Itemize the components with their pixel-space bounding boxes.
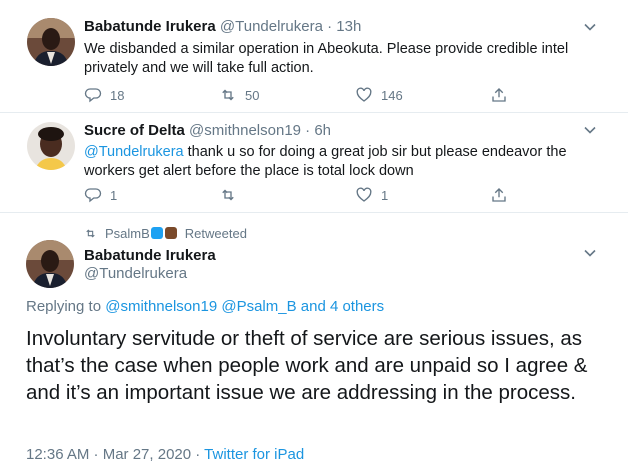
tweet-1[interactable]: Babatunde Irukera @Tundelrukera · 13h We… — [0, 0, 628, 113]
chevron-down-icon[interactable] — [583, 20, 597, 34]
author-name[interactable]: Babatunde Irukera — [84, 18, 216, 35]
tweet-time[interactable]: 6h — [314, 122, 331, 139]
flexed-arm-emoji-icon — [164, 227, 177, 239]
replying-to: Replying to @smithnelson19 @Psalm_B and … — [26, 297, 384, 317]
focused-tweet: PsalmB Retweeted Babatunde Irukera @Tund… — [0, 213, 628, 475]
like-icon — [356, 87, 372, 102]
dot-separator: · — [327, 18, 333, 35]
mention-link[interactable]: @Tundelrukera — [84, 144, 184, 160]
author-name[interactable]: Sucre of Delta — [84, 122, 185, 139]
tweet-header: Sucre of Delta @smithnelson19 · 6h — [84, 121, 331, 141]
share-button[interactable] — [490, 85, 508, 105]
retweet-button[interactable]: 50 — [219, 85, 259, 105]
focused-author-handle[interactable]: @Tundelrukera — [84, 264, 187, 284]
retweet-context: PsalmB Retweeted — [84, 225, 247, 241]
author-handle[interactable]: @Tundelrukera — [84, 265, 187, 282]
share-icon — [492, 88, 506, 102]
tweet-source[interactable]: Twitter for iPad — [204, 446, 304, 463]
avatar-image — [26, 240, 74, 288]
reply-icon — [84, 188, 102, 203]
reply-count: 18 — [110, 87, 125, 103]
retweet-button[interactable] — [219, 185, 237, 205]
share-icon — [492, 188, 506, 202]
tweet-actions: 18 50 146 — [84, 85, 584, 105]
reply-button[interactable]: 1 — [84, 185, 117, 205]
retweet-icon — [86, 228, 95, 238]
author-name[interactable]: Babatunde Irukera — [84, 247, 216, 264]
retweet-count: 50 — [245, 87, 260, 103]
like-icon — [356, 187, 372, 202]
tweet-header: Babatunde Irukera @Tundelrukera · 13h — [84, 17, 361, 37]
dot-separator: · — [305, 122, 311, 139]
author-handle[interactable]: @Tundelrukera — [220, 18, 323, 35]
retweet-icon — [222, 89, 234, 101]
retweeted-label: Retweeted — [184, 225, 247, 241]
avatar[interactable] — [27, 18, 75, 66]
retweeter-name[interactable]: PsalmB — [105, 226, 150, 241]
chevron-down-icon[interactable] — [583, 123, 597, 137]
chevron-down-icon[interactable] — [583, 246, 597, 260]
author-handle[interactable]: @smithnelson19 — [189, 122, 301, 139]
like-count: 1 — [381, 187, 389, 203]
reply-button[interactable]: 18 — [84, 85, 124, 105]
reply-icon — [84, 88, 102, 103]
like-button[interactable]: 1 — [355, 185, 388, 205]
like-count: 146 — [381, 87, 403, 103]
avatar[interactable] — [27, 122, 75, 170]
tweet-actions: 1 1 — [84, 185, 584, 205]
avatar-image — [27, 122, 75, 170]
tweet-time[interactable]: 13h — [336, 18, 361, 35]
wave-emoji-icon — [150, 227, 163, 239]
like-button[interactable]: 146 — [355, 85, 403, 105]
focused-author-name[interactable]: Babatunde Irukera — [84, 246, 216, 266]
tweet-footer: 12:36 AM · Mar 27, 2020 · Twitter for iP… — [26, 445, 304, 465]
tweet-2[interactable]: Sucre of Delta @smithnelson19 · 6h @Tund… — [0, 113, 628, 213]
tweet-timestamp[interactable]: 12:36 AM · Mar 27, 2020 · — [26, 446, 204, 463]
avatar[interactable] — [26, 240, 74, 288]
reply-count: 1 — [110, 187, 118, 203]
retweet-icon — [222, 189, 234, 201]
share-button[interactable] — [490, 185, 508, 205]
focused-tweet-text: Involuntary servitude or theft of servic… — [26, 327, 588, 404]
replying-prefix: Replying to — [26, 298, 106, 315]
tweet-text: We disbanded a similar operation in Abeo… — [84, 41, 569, 76]
replying-to-links[interactable]: @smithnelson19 @Psalm_B and 4 others — [105, 298, 384, 315]
tweet-text: @Tundelrukera thank u so for doing a gre… — [84, 143, 584, 181]
avatar-image — [27, 18, 75, 66]
